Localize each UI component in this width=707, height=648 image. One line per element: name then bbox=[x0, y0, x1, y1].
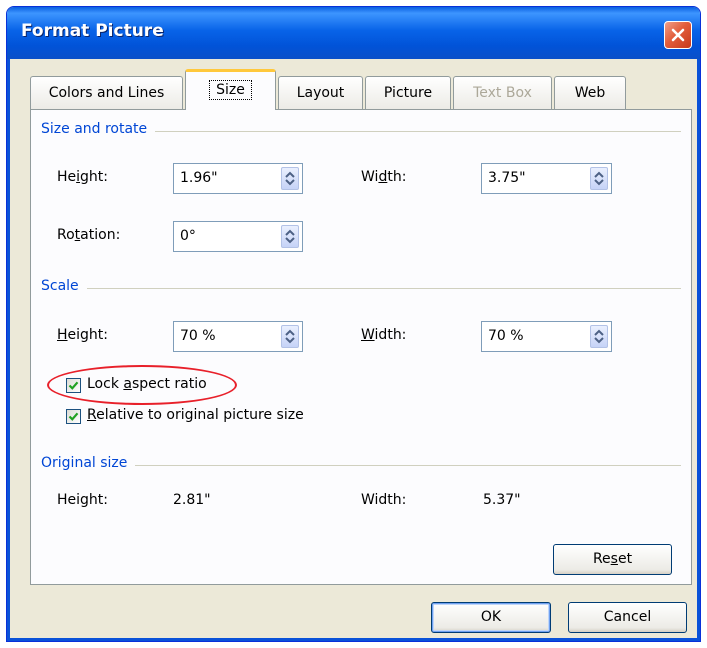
spin-arrows-icon bbox=[594, 329, 604, 344]
scale-width-label: Width: bbox=[361, 327, 407, 343]
scale-height-label: Height: bbox=[57, 327, 108, 343]
group-divider bbox=[41, 465, 681, 466]
cancel-button[interactable]: Cancel bbox=[568, 602, 687, 633]
close-icon bbox=[671, 28, 685, 42]
size-height-label: Height: bbox=[57, 169, 108, 185]
group-divider bbox=[41, 288, 681, 289]
scale-width-spinner[interactable]: 70 % bbox=[481, 321, 612, 352]
group-scale: Scale bbox=[41, 278, 87, 294]
lock-aspect-ratio-checkbox[interactable] bbox=[66, 378, 81, 393]
title-bar[interactable]: Format Picture bbox=[7, 7, 700, 59]
scale-height-input[interactable]: 70 % bbox=[180, 328, 216, 344]
tab-picture[interactable]: Picture bbox=[365, 76, 451, 109]
rotation-input[interactable]: 0° bbox=[180, 228, 196, 244]
group-size-and-rotate: Size and rotate bbox=[41, 121, 156, 137]
size-tab-panel: Size and rotate Height: 1.96" Width: 3.7… bbox=[30, 109, 692, 585]
window-frame-right bbox=[697, 59, 700, 641]
tab-web[interactable]: Web bbox=[554, 76, 626, 109]
original-width-label: Width: bbox=[361, 492, 407, 508]
scale-width-input[interactable]: 70 % bbox=[488, 328, 524, 344]
relative-to-original-label[interactable]: Relative to original picture size bbox=[87, 407, 304, 423]
size-width-label: Width: bbox=[361, 169, 407, 185]
window-frame-bottom bbox=[7, 638, 700, 641]
window-frame-left bbox=[7, 59, 10, 641]
tab-label: Web bbox=[574, 85, 606, 101]
spin-arrows[interactable] bbox=[281, 167, 299, 190]
spin-arrows-icon bbox=[285, 171, 295, 186]
tab-label: Text Box bbox=[473, 85, 532, 101]
size-width-input[interactable]: 3.75" bbox=[488, 170, 526, 186]
tab-label: Size bbox=[209, 80, 252, 100]
ok-button[interactable]: OK bbox=[431, 602, 551, 633]
original-height-label: Height: bbox=[57, 492, 108, 508]
size-height-input[interactable]: 1.96" bbox=[180, 170, 218, 186]
spin-arrows[interactable] bbox=[281, 225, 299, 248]
spin-arrows-icon bbox=[285, 329, 295, 344]
lock-aspect-ratio-label[interactable]: Lock aspect ratio bbox=[87, 376, 207, 392]
scale-height-spinner[interactable]: 70 % bbox=[173, 321, 303, 352]
window-title: Format Picture bbox=[21, 21, 164, 41]
rotation-spinner[interactable]: 0° bbox=[173, 221, 303, 252]
close-button[interactable] bbox=[664, 21, 692, 49]
tab-layout[interactable]: Layout bbox=[278, 76, 363, 109]
tab-label: Layout bbox=[296, 85, 345, 101]
tab-label: Colors and Lines bbox=[48, 85, 165, 101]
tab-text-box: Text Box bbox=[453, 76, 552, 109]
spin-arrows[interactable] bbox=[590, 325, 608, 348]
spin-arrows[interactable] bbox=[590, 167, 608, 190]
tab-colors-and-lines[interactable]: Colors and Lines bbox=[30, 76, 183, 109]
rotation-label: Rotation: bbox=[57, 227, 121, 243]
relative-to-original-checkbox[interactable] bbox=[66, 409, 81, 424]
spin-arrows[interactable] bbox=[281, 325, 299, 348]
spin-arrows-icon bbox=[285, 229, 295, 244]
checkmark-icon bbox=[68, 412, 79, 421]
format-picture-dialog: Format Picture Colors and Lines Size Lay… bbox=[6, 6, 701, 642]
original-height-value: 2.81" bbox=[173, 492, 211, 508]
checkmark-icon bbox=[68, 381, 79, 390]
original-width-value: 5.37" bbox=[483, 492, 521, 508]
spin-arrows-icon bbox=[594, 171, 604, 186]
size-width-spinner[interactable]: 3.75" bbox=[481, 163, 612, 194]
group-original-size: Original size bbox=[41, 455, 136, 471]
reset-button[interactable]: Reset bbox=[553, 544, 672, 575]
tab-label: Picture bbox=[383, 85, 433, 101]
size-height-spinner[interactable]: 1.96" bbox=[173, 163, 303, 194]
tab-size[interactable]: Size bbox=[185, 69, 276, 110]
